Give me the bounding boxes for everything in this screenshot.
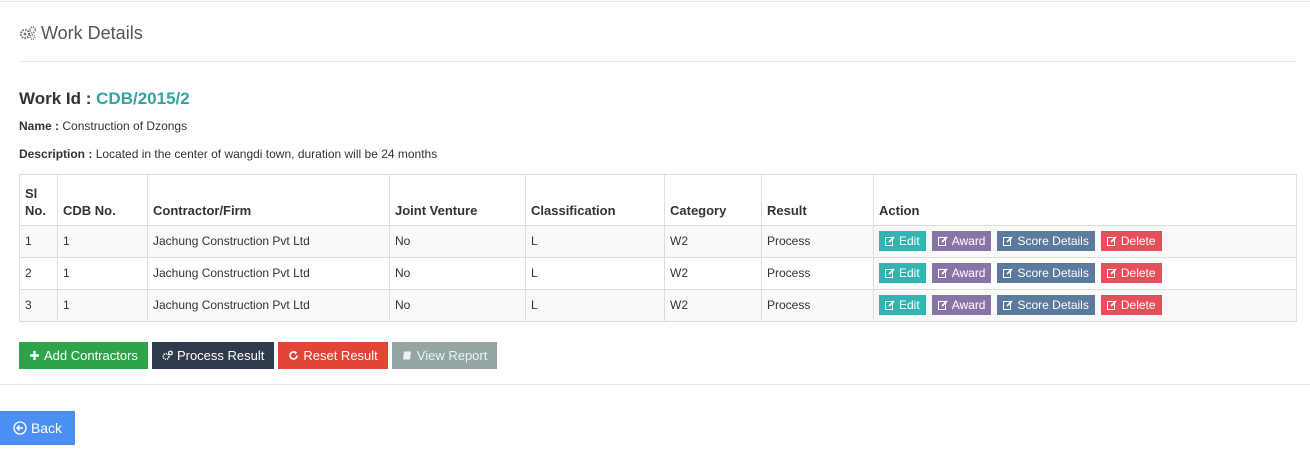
reset-result-button[interactable]: Reset Result [278,342,388,369]
col-result: Result [761,174,874,226]
table-row: 2 1 Jachung Construction Pvt Ltd No L W2… [19,257,1297,290]
bottom-divider [0,384,1310,385]
award-button[interactable]: Award [931,230,992,251]
cell-actions: Edit Award Score Details Delete [873,257,1297,290]
gears-icon [19,26,37,40]
add-contractors-button[interactable]: Add Contractors [19,342,148,369]
circle-arrow-left-icon [13,421,27,435]
work-name: Name : Construction of Dzongs [19,119,187,133]
contractors-table: Sl No. CDB No. Contractor/Firm Joint Vent… [19,174,1297,322]
edit-icon [885,267,895,278]
cell-result: Process [761,257,874,290]
cell-cdb: 1 [57,257,148,290]
cell-firm: Jachung Construction Pvt Ltd [147,257,390,290]
edit-icon [937,299,948,310]
delete-button[interactable]: Delete [1100,230,1162,251]
delete-button[interactable]: Delete [1100,262,1162,283]
cell-jv: No [389,289,526,322]
cell-result: Process [761,289,874,322]
edit-icon [1003,235,1014,246]
work-id: Work Id : CDB/2015/2 [19,89,190,109]
cell-cdb: 1 [57,289,148,322]
edit-icon [885,235,895,246]
award-button[interactable]: Award [931,294,992,315]
book-icon [402,351,411,360]
action-buttons-bar: Add Contractors Process Result Reset Res… [19,342,501,369]
cell-sl: 1 [19,225,58,258]
col-joint-venture: Joint Venture [389,174,526,226]
cell-category: W2 [664,257,762,290]
top-divider [0,1,1310,2]
page-title: Work Details [41,22,143,43]
col-category: Category [664,174,762,226]
edit-icon [885,299,895,310]
work-id-value: CDB/2015/2 [96,89,190,108]
plus-icon [30,351,39,360]
refresh-icon [289,350,299,360]
col-sl-no: Sl No. [19,174,58,226]
cell-actions: Edit Award Score Details Delete [873,289,1297,322]
col-contractor: Contractor/Firm [147,174,390,226]
table-header-row: Sl No. CDB No. Contractor/Firm Joint Vent… [19,174,1297,226]
col-cdb-no: CDB No. [57,174,148,226]
cell-jv: No [389,225,526,258]
edit-icon [1106,267,1117,278]
cell-sl: 2 [19,257,58,290]
col-classification: Classification [525,174,665,226]
score-details-button[interactable]: Score Details [997,230,1095,251]
work-id-label: Work Id : [19,89,92,108]
edit-icon [937,235,948,246]
cell-category: W2 [664,225,762,258]
cell-result: Process [761,225,874,258]
work-desc-value: Located in the center of wangdi town, du… [95,147,438,161]
edit-icon [1106,299,1117,310]
portlet-title: Work Details [19,22,143,44]
title-divider [19,61,1296,62]
process-result-button[interactable]: Process Result [151,342,275,369]
score-details-button[interactable]: Score Details [997,294,1095,315]
edit-button[interactable]: Edit [879,262,926,283]
back-button[interactable]: Back [0,411,75,445]
award-button[interactable]: Award [931,262,992,283]
cell-class: L [525,289,665,322]
table-row: 3 1 Jachung Construction Pvt Ltd No L W2… [19,289,1297,322]
cell-class: L [525,257,665,290]
work-description: Description : Located in the center of w… [19,147,437,161]
score-details-button[interactable]: Score Details [997,262,1095,283]
cell-category: W2 [664,289,762,322]
cell-firm: Jachung Construction Pvt Ltd [147,289,390,322]
work-name-label: Name : [19,119,60,133]
edit-icon [1003,267,1014,278]
edit-icon [1003,299,1014,310]
cell-cdb: 1 [57,225,148,258]
work-desc-label: Description : [19,147,93,161]
edit-icon [937,267,948,278]
cell-sl: 3 [19,289,58,322]
edit-button[interactable]: Edit [879,294,926,315]
edit-button[interactable]: Edit [879,230,926,251]
col-action: Action [873,174,1297,226]
cell-jv: No [389,257,526,290]
gears-icon [162,350,173,361]
cell-class: L [525,225,665,258]
cell-actions: Edit Award Score Details Delete [873,225,1297,258]
delete-button[interactable]: Delete [1100,294,1162,315]
view-report-button[interactable]: View Report [391,342,498,369]
edit-icon [1106,235,1117,246]
table-row: 1 1 Jachung Construction Pvt Ltd No L W2… [19,225,1297,258]
cell-firm: Jachung Construction Pvt Ltd [147,225,390,258]
work-name-value: Construction of Dzongs [62,119,188,133]
